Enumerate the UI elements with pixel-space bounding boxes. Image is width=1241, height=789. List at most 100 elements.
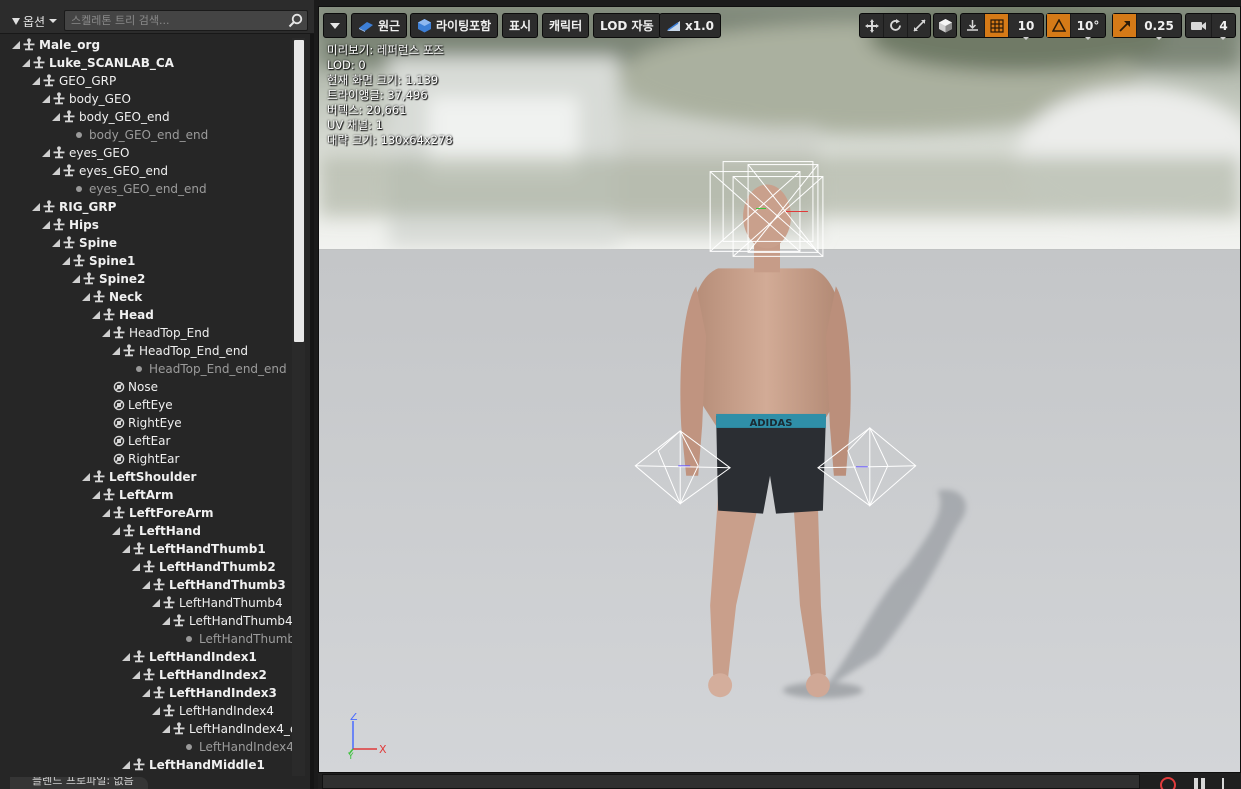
- expand-arrow-icon[interactable]: [52, 166, 61, 176]
- tree-row[interactable]: LeftHandThumb1: [0, 540, 292, 558]
- expand-arrow-icon[interactable]: [92, 310, 101, 320]
- step-forward-button[interactable]: [1222, 778, 1234, 789]
- lighting-mode-button[interactable]: 라이팅포함: [410, 13, 499, 38]
- tree-row[interactable]: LeftHandMiddle1: [0, 756, 292, 774]
- tree-row[interactable]: LeftHandThumb4_: [0, 612, 292, 630]
- tree-row[interactable]: LeftHandIndex2: [0, 666, 292, 684]
- tree-row[interactable]: body_GEO: [0, 90, 292, 108]
- camera-speed-group[interactable]: 4: [1185, 13, 1236, 40]
- expand-arrow-icon[interactable]: [122, 544, 131, 554]
- expand-arrow-icon[interactable]: [132, 562, 141, 572]
- expand-arrow-icon[interactable]: [152, 706, 161, 716]
- tree-row[interactable]: Male_org: [0, 36, 292, 54]
- tree-row[interactable]: LeftHandThumb4: [0, 594, 292, 612]
- search-icon[interactable]: [288, 13, 303, 28]
- tree-row[interactable]: LeftForeArm: [0, 504, 292, 522]
- expand-arrow-icon[interactable]: [62, 256, 71, 266]
- search-input[interactable]: [65, 11, 285, 30]
- tree-row[interactable]: LeftHandThumb2: [0, 558, 292, 576]
- expand-arrow-icon[interactable]: [152, 598, 161, 608]
- tree-row[interactable]: LeftArm: [0, 486, 292, 504]
- expand-arrow-icon[interactable]: [162, 724, 171, 734]
- camera-speed-value-dropdown[interactable]: 4: [1212, 14, 1235, 40]
- tree-row[interactable]: RightEye: [0, 414, 292, 432]
- tree-row[interactable]: LeftEye: [0, 396, 292, 414]
- expand-arrow-icon[interactable]: [22, 58, 31, 68]
- expand-arrow-icon[interactable]: [82, 292, 91, 302]
- tree-row[interactable]: Spine: [0, 234, 292, 252]
- grid-snap-value-dropdown[interactable]: 10: [1009, 14, 1043, 40]
- expand-arrow-icon[interactable]: [32, 76, 41, 86]
- timeline-scrub-bar[interactable]: [322, 774, 1140, 789]
- tree-scrollbar-thumb[interactable]: [294, 40, 304, 342]
- scale-mode-button[interactable]: [908, 14, 930, 37]
- viewport-options-button[interactable]: [323, 13, 347, 38]
- tree-row[interactable]: LeftHand: [0, 522, 292, 540]
- perspective-button[interactable]: 원근: [351, 13, 408, 38]
- tree-row[interactable]: LeftHandIndex4: [0, 702, 292, 720]
- expand-arrow-icon[interactable]: [102, 508, 111, 518]
- grid-snap-toggle[interactable]: [985, 14, 1009, 37]
- tree-row[interactable]: LeftHandIndex1: [0, 648, 292, 666]
- expand-arrow-icon[interactable]: [32, 202, 41, 212]
- translate-mode-button[interactable]: [860, 14, 884, 37]
- tree-row[interactable]: Spine1: [0, 252, 292, 270]
- expand-arrow-icon[interactable]: [112, 346, 121, 356]
- character-button[interactable]: 캐릭터: [542, 13, 590, 38]
- tree-row[interactable]: eyes_GEO_end: [0, 162, 292, 180]
- scale-snap-toggle[interactable]: [1113, 14, 1137, 37]
- rotation-snap-value-dropdown[interactable]: 10°: [1071, 14, 1105, 40]
- tree-row[interactable]: Luke_SCANLAB_CA: [0, 54, 292, 72]
- pause-button[interactable]: [1194, 778, 1206, 789]
- tree-row[interactable]: body_GEO_end_end: [0, 126, 292, 144]
- tree-row[interactable]: eyes_GEO: [0, 144, 292, 162]
- expand-arrow-icon[interactable]: [42, 148, 51, 158]
- tree-row[interactable]: Hips: [0, 216, 292, 234]
- expand-arrow-icon[interactable]: [52, 238, 61, 248]
- camera-speed-button[interactable]: [1186, 14, 1212, 37]
- tree-row[interactable]: eyes_GEO_end_end: [0, 180, 292, 198]
- expand-arrow-icon[interactable]: [12, 40, 21, 50]
- show-button[interactable]: 표시: [502, 13, 539, 38]
- tree-row[interactable]: LeftHandIndex3: [0, 684, 292, 702]
- expand-arrow-icon[interactable]: [112, 526, 121, 536]
- expand-arrow-icon[interactable]: [72, 274, 81, 284]
- tree-row[interactable]: Head: [0, 306, 292, 324]
- rotation-snap-toggle[interactable]: [1047, 14, 1071, 37]
- expand-arrow-icon[interactable]: [132, 670, 141, 680]
- tree-row[interactable]: LeftHandThumb3: [0, 576, 292, 594]
- surface-snap-button[interactable]: [961, 14, 985, 37]
- tree-row[interactable]: RightEar: [0, 450, 292, 468]
- tree-row[interactable]: HeadTop_End_end: [0, 342, 292, 360]
- tree-row[interactable]: Neck: [0, 288, 292, 306]
- lod-button[interactable]: LOD 자동: [593, 13, 661, 38]
- tree-row[interactable]: GEO_GRP: [0, 72, 292, 90]
- expand-arrow-icon[interactable]: [92, 490, 101, 500]
- rotate-mode-button[interactable]: [884, 14, 908, 37]
- tree-row[interactable]: HeadTop_End: [0, 324, 292, 342]
- scale-snap-value-dropdown[interactable]: 0.25: [1137, 14, 1181, 40]
- expand-arrow-icon[interactable]: [122, 760, 131, 770]
- tree-row[interactable]: LeftHandThumb4: [0, 630, 292, 648]
- record-button[interactable]: [1160, 777, 1176, 789]
- expand-arrow-icon[interactable]: [102, 328, 111, 338]
- options-button[interactable]: 옵션: [12, 12, 58, 30]
- tree-row[interactable]: HeadTop_End_end_end: [0, 360, 292, 378]
- tree-row[interactable]: LeftShoulder: [0, 468, 292, 486]
- tree-row[interactable]: Nose: [0, 378, 292, 396]
- tree-row[interactable]: body_GEO_end: [0, 108, 292, 126]
- expand-arrow-icon[interactable]: [162, 616, 171, 626]
- expand-arrow-icon[interactable]: [122, 652, 131, 662]
- expand-arrow-icon[interactable]: [42, 220, 51, 230]
- expand-arrow-icon[interactable]: [142, 688, 151, 698]
- tree-row[interactable]: LeftHandIndex4_er: [0, 720, 292, 738]
- expand-arrow-icon[interactable]: [42, 94, 51, 104]
- tree-row[interactable]: RIG_GRP: [0, 198, 292, 216]
- tree-row[interactable]: LeftEar: [0, 432, 292, 450]
- tree-row[interactable]: Spine2: [0, 270, 292, 288]
- playback-speed-button[interactable]: x1.0: [659, 13, 721, 38]
- expand-arrow-icon[interactable]: [142, 580, 151, 590]
- expand-arrow-icon[interactable]: [52, 112, 61, 122]
- tree-row[interactable]: LeftHandIndex4_: [0, 738, 292, 756]
- local-world-toggle[interactable]: [934, 14, 956, 37]
